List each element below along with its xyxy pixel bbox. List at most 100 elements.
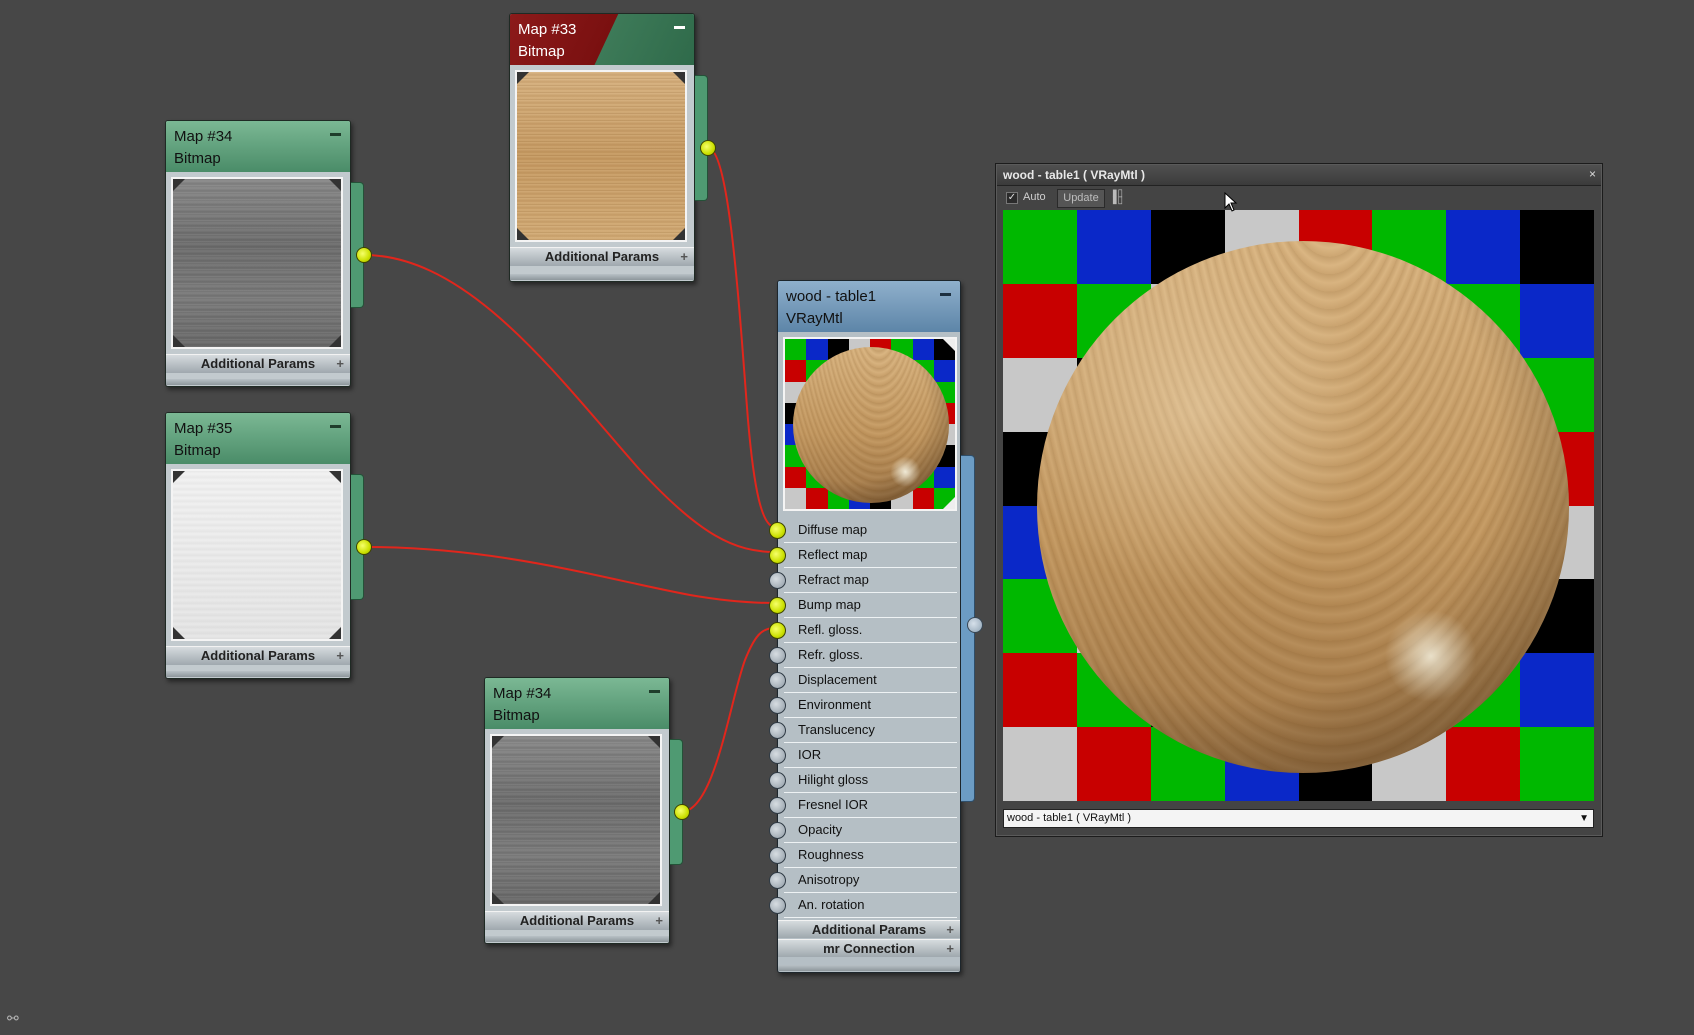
input-slot[interactable]: Translucency <box>769 718 961 743</box>
material-preview-window[interactable]: wood - table1 ( VRayMtl ) × ✓ Auto Updat… <box>995 163 1603 837</box>
resize-grip[interactable] <box>166 379 350 385</box>
input-socket[interactable] <box>769 622 786 639</box>
wood-sphere-icon <box>793 347 949 503</box>
input-socket[interactable] <box>769 647 786 664</box>
auto-checkbox[interactable]: ✓ <box>1006 192 1018 204</box>
node-title: Map #34 Bitmap <box>174 128 233 167</box>
additional-params-rollout[interactable]: Additional Params + <box>166 354 350 373</box>
slot-divider <box>784 917 957 918</box>
checker-cell <box>1003 727 1077 801</box>
checker-cell <box>1520 727 1594 801</box>
input-slot[interactable]: Bump map <box>769 593 961 618</box>
resize-grip[interactable] <box>778 965 960 971</box>
slot-label: Refr. gloss. <box>798 647 864 662</box>
input-slot[interactable]: Refr. gloss. <box>769 643 961 668</box>
update-button[interactable]: Update <box>1057 189 1105 208</box>
slot-label: Refl. gloss. <box>798 622 863 637</box>
input-socket[interactable] <box>769 872 786 889</box>
input-slot[interactable]: Opacity <box>769 818 961 843</box>
input-socket[interactable] <box>769 797 786 814</box>
input-socket[interactable] <box>769 897 786 914</box>
window-titlebar[interactable]: wood - table1 ( VRayMtl ) × <box>997 165 1601 186</box>
additional-params-rollout[interactable]: Additional Params + <box>510 247 694 266</box>
expand-plus-icon[interactable]: + <box>680 248 688 266</box>
node-map34-top[interactable]: Map #34 Bitmap Additional Params + <box>165 120 364 387</box>
slot-label: Fresnel IOR <box>798 797 869 812</box>
input-slot[interactable]: An. rotation <box>769 893 961 918</box>
mr-connection-rollout[interactable]: mr Connection + <box>778 939 960 957</box>
resize-grip[interactable] <box>485 936 669 942</box>
output-tab <box>695 75 708 201</box>
checker-cell <box>1520 283 1594 358</box>
slot-label: Anisotropy <box>798 872 860 887</box>
node-map33[interactable]: Map #33 Bitmap Additional Params + <box>509 13 708 282</box>
node-map35[interactable]: Map #35 Bitmap Additional Params + <box>165 412 364 679</box>
material-output-socket[interactable] <box>967 617 983 633</box>
preview-toolbar: ✓ Auto Update ▮▯ ▮▯ <box>997 186 1601 210</box>
input-socket[interactable] <box>769 847 786 864</box>
render-options-icon[interactable]: ▮▯ ▮▯ <box>1112 189 1126 206</box>
input-socket[interactable] <box>769 697 786 714</box>
input-slot[interactable]: Diffuse map <box>769 518 961 543</box>
gray-bitmap-icon <box>490 734 662 906</box>
expand-plus-icon[interactable]: + <box>946 921 954 938</box>
checker-cell <box>785 339 807 361</box>
node-map34-bottom[interactable]: Map #34 Bitmap Additional Params + <box>484 677 683 944</box>
input-slot[interactable]: Refract map <box>769 568 961 593</box>
expand-plus-icon[interactable]: + <box>336 355 344 373</box>
slot-label: Reflect map <box>798 547 868 562</box>
output-tab <box>351 182 364 308</box>
input-socket[interactable] <box>769 572 786 589</box>
slot-label: Roughness <box>798 847 864 862</box>
minimize-icon[interactable] <box>330 133 341 136</box>
node-header[interactable]: Map #35 Bitmap <box>166 413 350 464</box>
expand-plus-icon[interactable]: + <box>336 647 344 665</box>
input-socket[interactable] <box>769 672 786 689</box>
input-slot[interactable]: Hilight gloss <box>769 768 961 793</box>
node-header[interactable]: Map #34 Bitmap <box>485 678 669 729</box>
node-title: Map #35 Bitmap <box>174 420 233 459</box>
additional-params-rollout[interactable]: Additional Params + <box>778 920 960 938</box>
node-header[interactable]: Map #34 Bitmap <box>166 121 350 172</box>
chevron-down-icon[interactable]: ▼ <box>1579 810 1589 827</box>
minimize-icon[interactable] <box>940 293 951 296</box>
minimize-icon[interactable] <box>330 425 341 428</box>
additional-params-rollout[interactable]: Additional Params + <box>485 911 669 930</box>
input-slot[interactable]: Fresnel IOR <box>769 793 961 818</box>
node-title: Map #34 Bitmap <box>493 685 552 724</box>
slot-label: Environment <box>798 697 871 712</box>
node-header[interactable]: wood - table1 VRayMtl <box>778 281 960 332</box>
node-vraymtl[interactable]: wood - table1 VRayMtl Diffuse map Reflect … <box>769 280 975 973</box>
input-slot[interactable]: Anisotropy <box>769 868 961 893</box>
minimize-icon[interactable] <box>674 26 685 29</box>
binoculars-icon[interactable]: ⚯ <box>7 1010 19 1027</box>
input-socket[interactable] <box>769 547 786 564</box>
expand-plus-icon[interactable]: + <box>946 940 954 957</box>
input-socket[interactable] <box>769 747 786 764</box>
output-socket[interactable] <box>356 539 372 555</box>
node-header[interactable]: Map #33 Bitmap <box>510 14 694 65</box>
input-socket[interactable] <box>769 522 786 539</box>
additional-params-rollout[interactable]: Additional Params + <box>166 646 350 665</box>
input-slot[interactable]: Environment <box>769 693 961 718</box>
expand-plus-icon[interactable]: + <box>655 912 663 930</box>
checker-cell <box>1076 210 1151 284</box>
output-socket[interactable] <box>674 804 690 820</box>
material-selector-dropdown[interactable]: wood - table1 ( VRayMtl ) ▼ <box>1003 809 1594 828</box>
resize-grip[interactable] <box>166 671 350 677</box>
resize-grip[interactable] <box>510 274 694 280</box>
input-slot[interactable]: Refl. gloss. <box>769 618 961 643</box>
input-socket[interactable] <box>769 722 786 739</box>
input-socket[interactable] <box>769 822 786 839</box>
input-socket[interactable] <box>769 597 786 614</box>
minimize-icon[interactable] <box>649 690 660 693</box>
input-slot[interactable]: Reflect map <box>769 543 961 568</box>
input-socket[interactable] <box>769 772 786 789</box>
close-icon[interactable]: × <box>1589 167 1596 181</box>
output-socket[interactable] <box>356 247 372 263</box>
output-socket[interactable] <box>700 140 716 156</box>
input-slot[interactable]: Roughness <box>769 843 961 868</box>
material-selector-value: wood - table1 ( VRayMtl ) <box>1007 812 1132 824</box>
input-slot[interactable]: IOR <box>769 743 961 768</box>
input-slot[interactable]: Displacement <box>769 668 961 693</box>
